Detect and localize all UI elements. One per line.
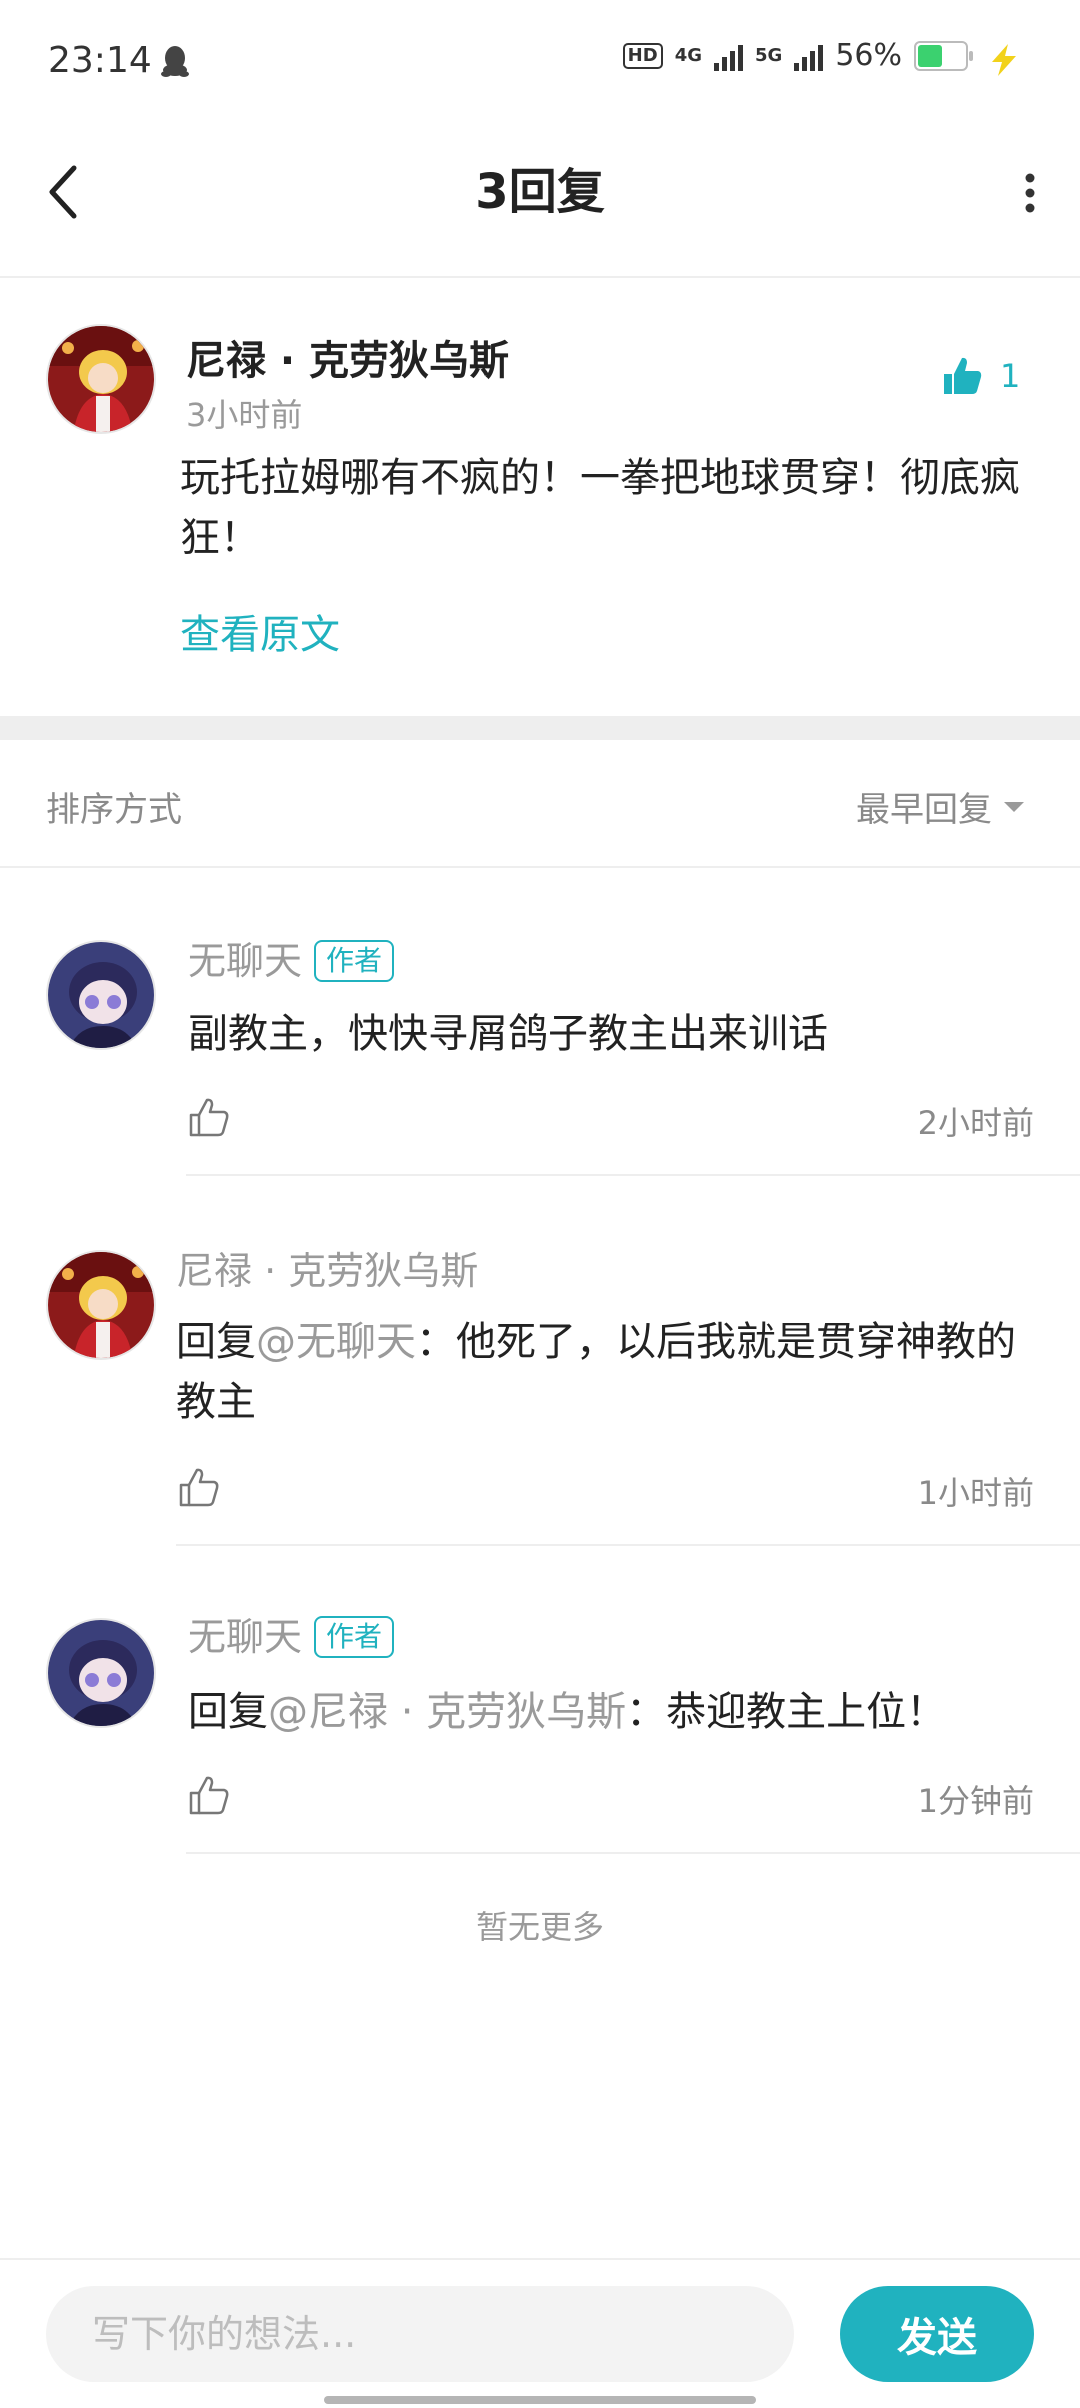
section-separator xyxy=(0,716,1080,740)
reply-like-button[interactable] xyxy=(178,1466,222,1508)
network-5g-label: 5G xyxy=(755,44,783,66)
avatar[interactable] xyxy=(46,324,156,434)
reply-author-name[interactable]: 无聊天 xyxy=(188,1615,302,1659)
reply-prefix: 回复 xyxy=(176,1319,256,1365)
avatar[interactable] xyxy=(46,940,156,1050)
reply-text: 回复@尼禄 · 克劳狄乌斯：恭迎教主上位！ xyxy=(188,1682,1038,1742)
network-4g-label: 4G xyxy=(674,44,702,66)
charging-bolt-icon xyxy=(992,44,1016,76)
bottom-bar-divider xyxy=(0,2258,1080,2260)
status-time: 23:14 xyxy=(48,40,152,81)
reply-like-button[interactable] xyxy=(188,1774,232,1816)
reply-time: 1分钟前 xyxy=(917,1782,1034,1820)
page-title: 3回复 xyxy=(475,164,605,220)
comment-input[interactable] xyxy=(46,2286,794,2382)
reply-author-name[interactable]: 尼禄 · 克劳狄乌斯 xyxy=(176,1240,478,1295)
home-indicator[interactable] xyxy=(324,2396,756,2404)
avatar[interactable] xyxy=(46,1250,156,1360)
reply-author-row: 无聊天 作者 xyxy=(188,1606,395,1661)
send-button[interactable]: 发送 xyxy=(840,2286,1034,2382)
sort-divider xyxy=(0,866,1080,868)
signal-bars-icon xyxy=(794,41,824,71)
qq-penguin-icon xyxy=(161,46,189,77)
post-author-name[interactable]: 尼禄 · 克劳狄乌斯 xyxy=(186,328,509,386)
mention-link[interactable]: @尼禄 · 克劳狄乌斯 xyxy=(268,1689,626,1735)
header-divider xyxy=(0,276,1080,278)
reply-prefix: 回复 xyxy=(188,1689,268,1735)
author-badge: 作者 xyxy=(314,940,395,982)
reply-author-row: 无聊天 作者 xyxy=(188,930,395,985)
wuliaotian-avatar-icon xyxy=(48,942,154,1048)
dropdown-triangle-icon xyxy=(1004,801,1024,812)
more-options-button[interactable] xyxy=(1010,168,1050,218)
signal-bars-icon xyxy=(714,41,743,71)
reply-author-name[interactable]: 无聊天 xyxy=(188,939,302,983)
reply-time: 2小时前 xyxy=(917,1104,1034,1142)
reply-divider xyxy=(186,1852,1080,1854)
thumb-up-icon xyxy=(944,357,982,394)
reply-body: ：恭迎教主上位！ xyxy=(626,1689,947,1735)
battery-icon xyxy=(914,40,973,71)
nero-avatar-icon xyxy=(48,1252,154,1358)
reply-like-button[interactable] xyxy=(188,1096,232,1138)
status-indicators: HD 4G 5G 56% xyxy=(622,38,973,73)
reply-text: 回复@无聊天：他死了，以后我就是贯穿神教的教主 xyxy=(176,1312,1038,1432)
sort-value: 最早回复 xyxy=(856,790,992,830)
reply-divider xyxy=(176,1544,1080,1546)
no-more-text: 暂无更多 xyxy=(475,1908,604,1946)
view-original-link[interactable]: 查看原文 xyxy=(180,602,340,660)
post-time: 3小时前 xyxy=(186,396,303,434)
sort-dropdown[interactable]: 最早回复 xyxy=(856,782,1026,831)
post-text: 玩托拉姆哪有不疯的！一拳把地球贯穿！彻底疯狂！ xyxy=(180,455,1020,561)
wuliaotian-avatar-icon xyxy=(48,1620,154,1726)
battery-percent: 56% xyxy=(835,38,902,73)
nero-avatar-icon xyxy=(48,326,154,432)
hd-badge: HD xyxy=(622,42,663,69)
reply-time: 1小时前 xyxy=(917,1474,1034,1512)
like-count: 1 xyxy=(1000,357,1021,395)
mention-link[interactable]: @无聊天 xyxy=(256,1319,416,1365)
author-badge: 作者 xyxy=(314,1616,395,1658)
post-like-button[interactable]: 1 xyxy=(940,354,1020,398)
sort-label: 排序方式 xyxy=(46,790,182,830)
avatar[interactable] xyxy=(46,1618,156,1728)
reply-divider xyxy=(186,1174,1080,1176)
reply-text: 副教主，快快寻屑鸽子教主出来训话 xyxy=(188,1011,828,1057)
